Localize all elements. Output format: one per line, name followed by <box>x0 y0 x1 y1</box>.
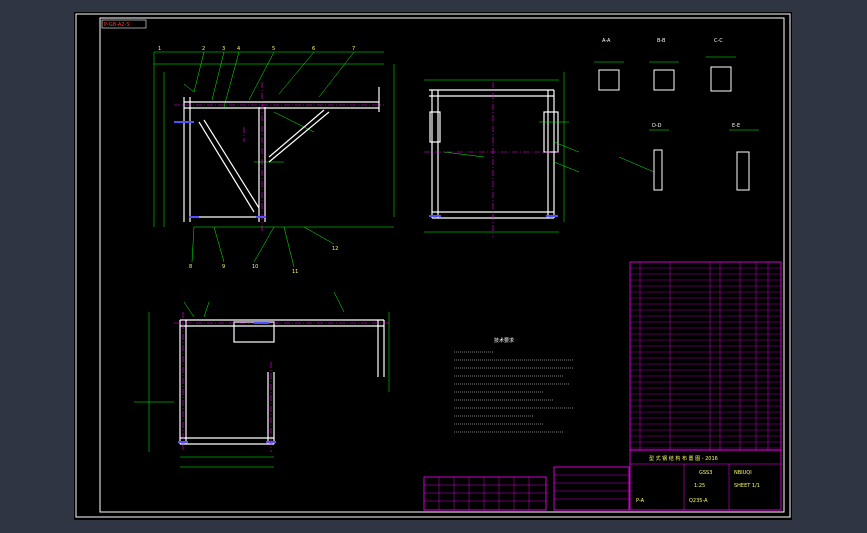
title-material: Q235-A <box>689 498 708 504</box>
svg-text:8: 8 <box>189 264 192 270</box>
svg-text:10: 10 <box>252 264 258 270</box>
title-scale: 1:25 <box>694 483 705 489</box>
svg-text:5: 5 <box>272 46 275 52</box>
svg-text:3: 3 <box>222 46 225 52</box>
revision-table <box>423 466 630 511</box>
title-sheet: SHEET 1/1 <box>734 483 760 489</box>
front-elevation-view: 123 456 78 9 101112 <box>153 46 395 275</box>
notes-title: 技术要求 <box>494 337 514 344</box>
drawing-sheet: P-GB-A2-S 1 2 3 4 5 6 7 8 9 10 11 12 A-A… <box>74 12 792 520</box>
technical-notes: 技术要求 <box>454 337 574 433</box>
plan-view <box>134 291 390 468</box>
parts-list-table <box>629 261 782 451</box>
cad-drawing-canvas: P-GB-A2-S 1 2 3 4 5 6 78 9 101112 A-A B-… <box>75 13 791 518</box>
corner-tag-text: P-GB-A2-S <box>104 22 129 28</box>
title-part-code: GSS3 <box>699 470 712 476</box>
svg-text:12: 12 <box>332 246 338 252</box>
svg-text:9: 9 <box>222 264 225 270</box>
title-block: 型 式 钢 结 构 布 置 图 - 2016 NBIUQI SHEET 1/1 … <box>629 449 782 511</box>
svg-text:1: 1 <box>158 46 161 52</box>
svg-text:11: 11 <box>292 269 298 275</box>
svg-text:4: 4 <box>237 46 240 52</box>
title-company: NBIUQI <box>734 470 752 476</box>
side-elevation-view <box>424 72 580 237</box>
label-detail-e: E-E <box>732 123 740 129</box>
label-detail-c: C-C <box>714 38 723 44</box>
label-detail-a: A-A <box>602 38 611 44</box>
title-drawing-name: 型 式 钢 结 构 布 置 图 - 2016 <box>649 455 718 462</box>
label-detail-b: B-B <box>657 38 666 44</box>
title-revision: P-A <box>636 498 645 504</box>
label-detail-d: D-D <box>652 123 662 129</box>
svg-text:2: 2 <box>202 46 205 52</box>
detail-views: A-A B-B C-C D-D E-E <box>594 38 759 191</box>
svg-text:6: 6 <box>312 46 315 52</box>
svg-text:7: 7 <box>352 46 355 52</box>
